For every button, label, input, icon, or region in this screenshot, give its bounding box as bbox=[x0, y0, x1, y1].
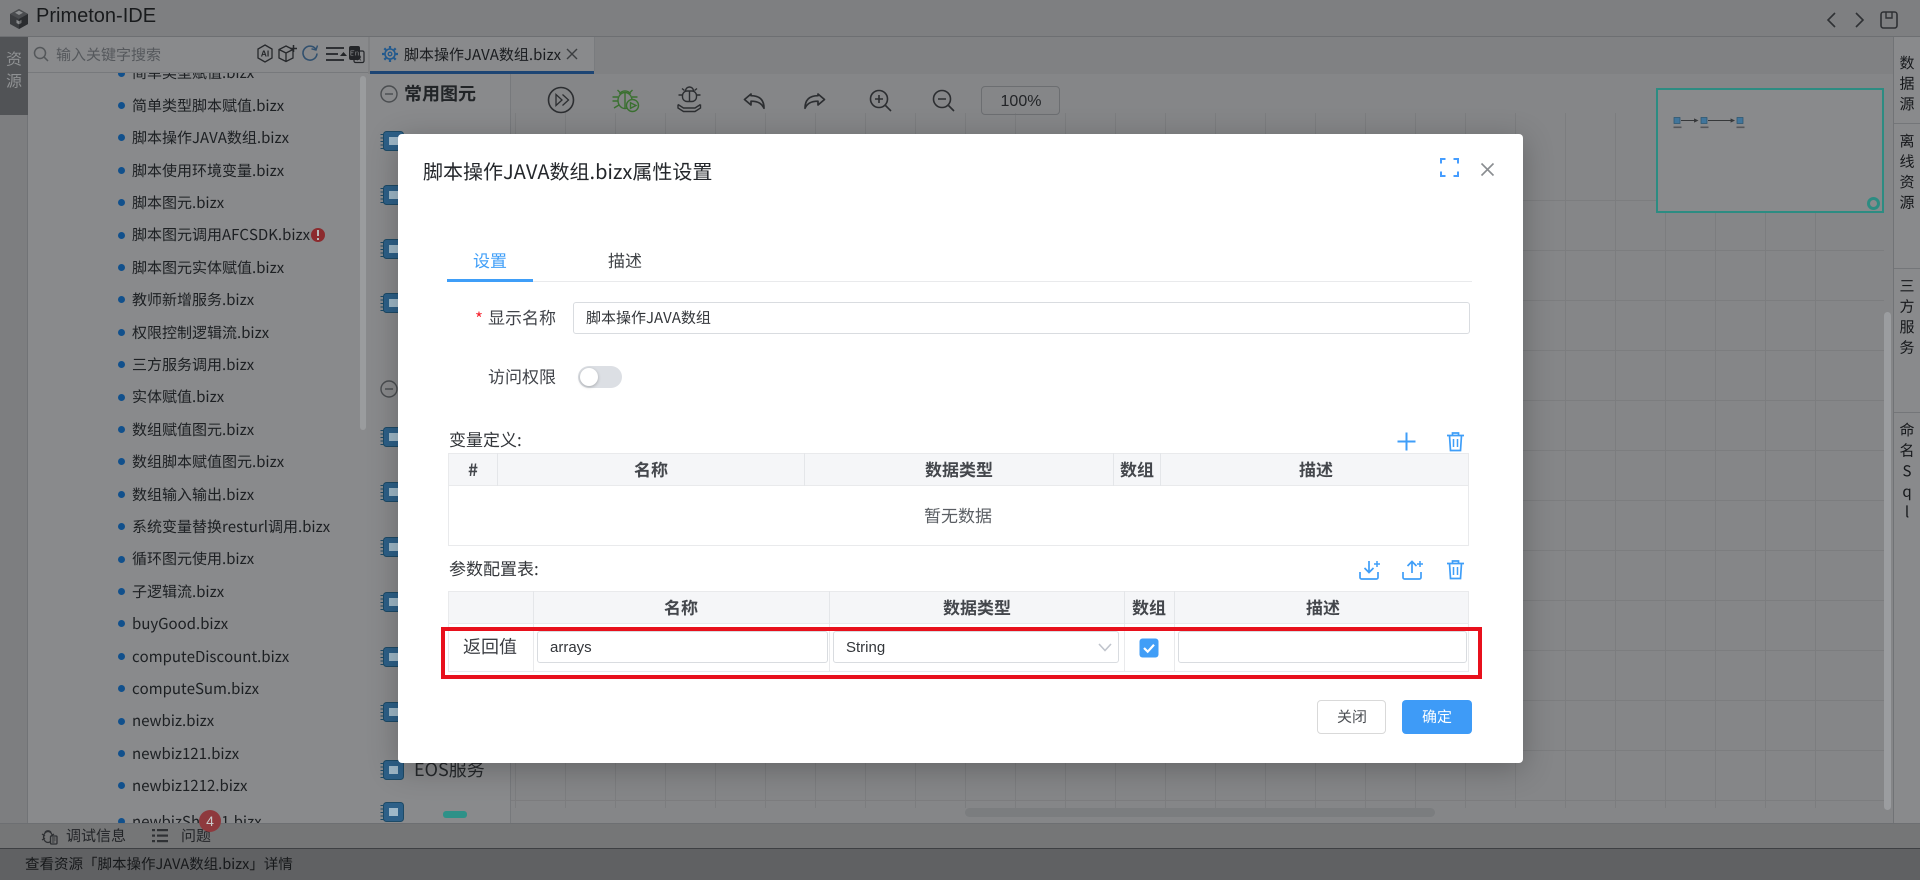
svg-text:R: R bbox=[356, 54, 362, 63]
svg-text:AI: AI bbox=[261, 49, 270, 59]
